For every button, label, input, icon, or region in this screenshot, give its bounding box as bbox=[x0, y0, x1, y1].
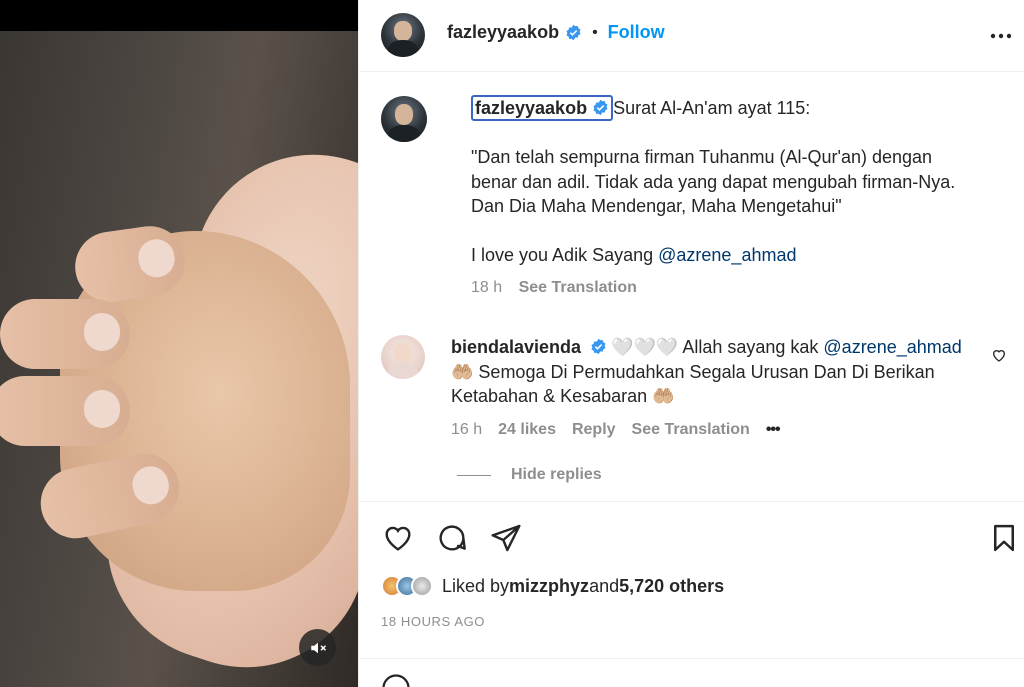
hide-replies-line bbox=[457, 474, 491, 476]
header-separator: • bbox=[592, 23, 598, 41]
bookmark-icon[interactable] bbox=[989, 522, 1019, 554]
more-horizontal-icon[interactable] bbox=[989, 26, 1013, 46]
caption-quote-line1: "Dan telah sempurna firman Tuhanmu (Al-Q… bbox=[471, 147, 933, 167]
comment-reply-button[interactable]: Reply bbox=[572, 418, 616, 443]
comment-hearts: 🤍🤍🤍 bbox=[611, 337, 679, 357]
post-timestamp: 18 HOURS AGO bbox=[381, 614, 486, 629]
caption-love-text: I love you Adik Sayang bbox=[471, 245, 659, 265]
comment-see-translation[interactable]: See Translation bbox=[632, 418, 750, 443]
caption-avatar[interactable] bbox=[381, 96, 427, 142]
comment-likes[interactable]: 24 likes bbox=[498, 418, 556, 443]
comment-icon[interactable] bbox=[435, 522, 469, 554]
liked-by-avatar bbox=[411, 575, 433, 597]
follow-button[interactable]: Follow bbox=[608, 22, 665, 43]
post-details-panel: fazleyyaakob • Follow fazleyyaakob Surat bbox=[358, 0, 1024, 687]
send-icon[interactable] bbox=[489, 522, 523, 554]
post-header: fazleyyaakob • Follow bbox=[359, 0, 1024, 72]
verified-badge-icon bbox=[593, 99, 608, 116]
mute-button[interactable] bbox=[299, 629, 336, 666]
liked-by-middle: and bbox=[589, 575, 620, 596]
post-photo bbox=[0, 31, 358, 687]
caption-quote-line2: benar dan adil. Tidak ada yang dapat men… bbox=[471, 171, 956, 192]
comment-time: 16 h bbox=[451, 420, 483, 438]
hide-replies-button[interactable]: Hide replies bbox=[457, 466, 602, 484]
caption-see-translation[interactable]: See Translation bbox=[519, 279, 637, 296]
comment-text-part1: Allah sayang kak bbox=[678, 337, 824, 357]
liked-by-prefix: Liked by bbox=[442, 575, 510, 596]
photo-finger bbox=[0, 376, 130, 446]
comment-hands: 🤲🏼 bbox=[652, 386, 675, 406]
liked-by-others[interactable]: 5,720 others bbox=[619, 576, 724, 597]
hide-replies-label: Hide replies bbox=[511, 466, 602, 483]
caption-quote-line3: Dan Dia Maha Mendengar, Maha Mengetahui" bbox=[471, 196, 842, 216]
add-comment-bar[interactable] bbox=[359, 658, 1024, 687]
emoji-icon[interactable] bbox=[381, 673, 411, 687]
caption-line1: Surat Al-An'am ayat 115: bbox=[613, 98, 811, 118]
caption-time: 18 h bbox=[471, 278, 503, 296]
caption-mention-link[interactable]: @azrene_ahmad bbox=[658, 245, 796, 265]
comment-mention-link[interactable]: @azrene_ahmad bbox=[823, 337, 961, 357]
photo-finger bbox=[0, 299, 130, 369]
verified-badge-icon bbox=[566, 24, 581, 41]
liked-by-user[interactable]: mizzphyz bbox=[509, 576, 589, 597]
verified-badge-icon bbox=[591, 338, 606, 355]
comment-text-line3: Ketabahan & Kesabaran bbox=[451, 386, 653, 406]
caption-text: fazleyyaakob Surat Al-An'am ayat 115: "D… bbox=[471, 95, 1011, 300]
comment-heart-icon[interactable] bbox=[991, 347, 1007, 363]
speaker-muted-icon bbox=[310, 642, 326, 653]
liked-by-row: Liked by mizzphyz and 5,720 others bbox=[381, 575, 724, 597]
comment-hands: 🤲🏼 bbox=[451, 361, 474, 382]
commenter-username[interactable]: biendalavienda bbox=[451, 337, 581, 357]
caption-username[interactable]: fazleyyaakob bbox=[471, 95, 614, 121]
commenter-avatar[interactable] bbox=[381, 335, 425, 379]
comment-text: biendalavienda 🤍🤍🤍 Allah sayang kak @azr… bbox=[451, 335, 991, 442]
post-media[interactable] bbox=[0, 0, 358, 687]
liked-by-avatars[interactable] bbox=[381, 575, 433, 597]
heart-icon[interactable] bbox=[381, 522, 415, 554]
author-username[interactable]: fazleyyaakob bbox=[447, 22, 559, 43]
author-avatar[interactable] bbox=[381, 13, 425, 57]
header-user-row: fazleyyaakob • Follow bbox=[447, 22, 665, 43]
comment-text-line2: Semoga Di Permudahkan Segala Urusan Dan … bbox=[473, 361, 935, 382]
comment-more-button[interactable]: ••• bbox=[766, 418, 781, 443]
